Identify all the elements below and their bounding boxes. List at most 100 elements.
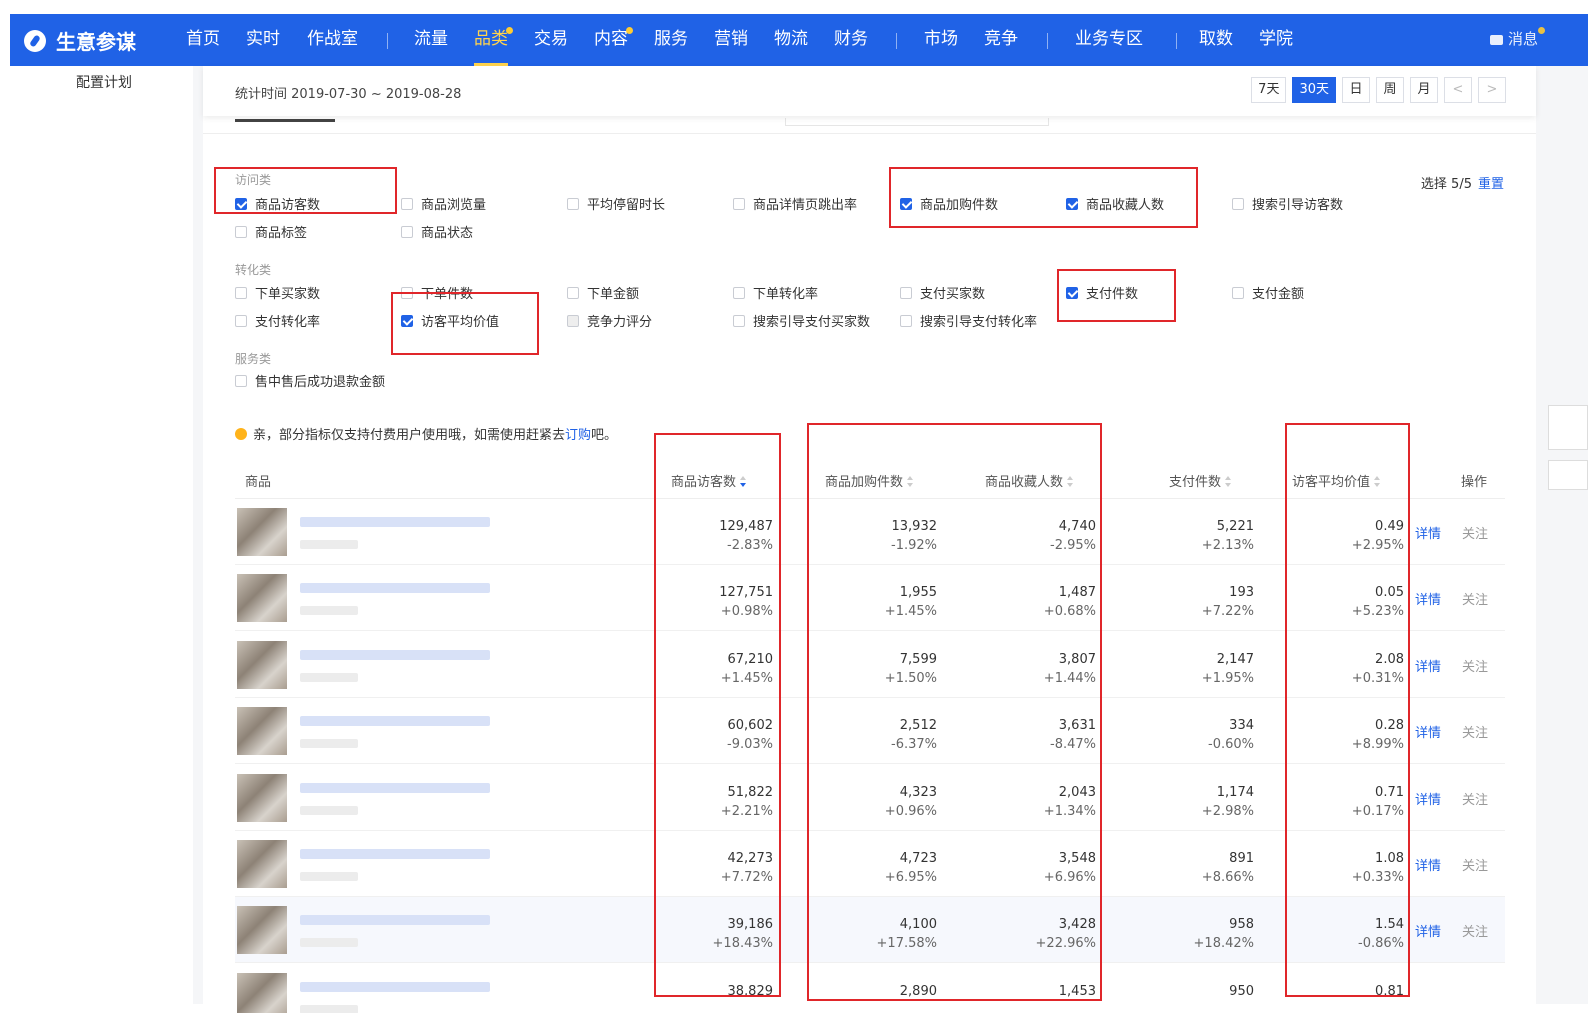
- product-thumbnail[interactable]: [237, 640, 287, 689]
- metric-option[interactable]: 商品标签: [235, 222, 307, 241]
- product-thumbnail[interactable]: [237, 574, 287, 623]
- cell-change: +6.96%: [1043, 870, 1096, 885]
- product-title-redacted[interactable]: [300, 716, 490, 727]
- metric-option[interactable]: 搜索引导支付买家数: [733, 311, 870, 330]
- cell-value: 127,751: [719, 585, 773, 601]
- product-title-redacted[interactable]: [300, 782, 490, 793]
- metric-option[interactable]: 售中售后成功退款金额: [235, 371, 385, 390]
- product-title-redacted[interactable]: [300, 649, 490, 660]
- cell-change: -0.86%: [1358, 936, 1404, 952]
- nav-item-9[interactable]: 物流: [774, 14, 808, 66]
- nav-item-12[interactable]: 竞争: [984, 14, 1018, 66]
- col-cart-sort[interactable]: 商品加购件数: [825, 471, 914, 490]
- detail-link[interactable]: 详情: [1415, 855, 1441, 874]
- metric-option[interactable]: 商品详情页跳出率: [733, 194, 857, 213]
- metric-option[interactable]: 商品访客数: [235, 194, 320, 213]
- col-visitors-sort[interactable]: 商品访客数: [671, 471, 747, 490]
- metric-option[interactable]: 下单金额: [567, 283, 639, 302]
- follow-link[interactable]: 关注: [1462, 789, 1488, 808]
- reset-link[interactable]: 重置: [1478, 177, 1504, 192]
- metric-option[interactable]: 访客平均价值: [401, 311, 499, 330]
- product-title-redacted[interactable]: [300, 517, 490, 527]
- detail-link[interactable]: 详情: [1415, 789, 1441, 808]
- stat-time-bar: 统计时间 2019-07-30 ~ 2019-08-28 7天 30天日周月 < >: [203, 66, 1536, 116]
- next-page-icon[interactable]: >: [1478, 77, 1506, 103]
- nav-item-4[interactable]: 品类: [474, 14, 513, 66]
- sort-icon: [1374, 476, 1381, 487]
- col-fav-sort[interactable]: 商品收藏人数: [985, 471, 1074, 490]
- detail-link[interactable]: 详情: [1415, 722, 1441, 741]
- product-title-redacted[interactable]: [300, 849, 490, 859]
- metric-option[interactable]: 商品加购件数: [900, 194, 998, 213]
- cell-value: 2,512: [899, 718, 937, 734]
- metric-option[interactable]: 下单件数: [401, 283, 473, 302]
- nav-item-label: 流量: [414, 29, 448, 49]
- metric-option[interactable]: 下单转化率: [733, 283, 818, 302]
- range-btn-0[interactable]: 7天: [1251, 77, 1287, 103]
- nav-item-13[interactable]: 业务专区: [1075, 14, 1143, 66]
- col-avg-sort[interactable]: 访客平均价值: [1292, 471, 1381, 490]
- metric-option[interactable]: 支付买家数: [900, 283, 985, 302]
- follow-link[interactable]: 关注: [1462, 589, 1488, 608]
- side-float-tab[interactable]: [1548, 460, 1588, 490]
- nav-item-7[interactable]: 服务: [654, 14, 688, 66]
- follow-link[interactable]: 关注: [1462, 921, 1488, 940]
- product-thumbnail[interactable]: [237, 906, 287, 955]
- prev-page-icon[interactable]: <: [1444, 77, 1472, 103]
- product-thumbnail[interactable]: [237, 972, 287, 1013]
- range-btn-1[interactable]: 30天: [1292, 77, 1336, 103]
- brand[interactable]: 生意参谋: [24, 26, 136, 55]
- cell-avg: 0.71 +0.17%: [1294, 783, 1404, 821]
- metric-option[interactable]: 平均停留时长: [567, 194, 665, 213]
- cell-value: 4,740: [1058, 519, 1096, 534]
- metric-option[interactable]: 商品状态: [401, 222, 473, 241]
- detail-link[interactable]: 详情: [1415, 656, 1441, 675]
- metric-option[interactable]: 支付件数: [1066, 283, 1138, 302]
- nav-item-5[interactable]: 交易: [534, 14, 568, 66]
- top-nav: 生意参谋 首页 实时 作战室 流量 品类 交易 内容 服务 营销 物流 财务 市场 竞争 业务专区 取数 学院…: [10, 14, 1588, 66]
- nav-item-6[interactable]: 内容: [594, 14, 633, 66]
- metric-option[interactable]: 商品收藏人数: [1066, 194, 1164, 213]
- follow-link[interactable]: 关注: [1462, 855, 1488, 874]
- cell-value: 0.49: [1375, 519, 1404, 534]
- range-btn-3[interactable]: 周: [1376, 77, 1404, 103]
- metric-option[interactable]: 下单买家数: [235, 283, 320, 302]
- product-thumbnail[interactable]: [237, 773, 287, 822]
- metric-option[interactable]: 搜索引导支付转化率: [900, 311, 1037, 330]
- subscribe-link[interactable]: 订购: [565, 428, 591, 443]
- message-button[interactable]: 消息: [1489, 14, 1545, 64]
- range-btn-4[interactable]: 月: [1410, 77, 1438, 103]
- metric-option[interactable]: 商品浏览量: [401, 194, 486, 213]
- detail-link[interactable]: 详情: [1415, 921, 1441, 940]
- detail-link[interactable]: 详情: [1415, 523, 1441, 542]
- follow-link[interactable]: 关注: [1462, 656, 1488, 675]
- range-btn-2[interactable]: 日: [1342, 77, 1370, 103]
- checkbox-icon: [1232, 197, 1244, 210]
- nav-item-8[interactable]: 营销: [714, 14, 748, 66]
- cell-value: 1,955: [899, 585, 937, 601]
- side-float-tab[interactable]: [1548, 405, 1588, 450]
- metric-option-label: 商品状态: [421, 226, 474, 241]
- nav-item-2[interactable]: 作战室: [307, 14, 358, 66]
- nav-item-11[interactable]: 市场: [924, 14, 958, 66]
- metric-option[interactable]: 搜索引导访客数: [1232, 194, 1343, 213]
- metric-option[interactable]: 支付转化率: [235, 311, 320, 330]
- sidebar-item-config-plan[interactable]: 配置计划: [76, 72, 132, 92]
- follow-link[interactable]: 关注: [1462, 523, 1488, 542]
- nav-item-15[interactable]: 学院: [1259, 14, 1293, 66]
- nav-item-14[interactable]: 取数: [1199, 14, 1233, 66]
- product-thumbnail[interactable]: [237, 840, 287, 888]
- metric-option[interactable]: 支付金额: [1232, 283, 1304, 302]
- nav-item-3[interactable]: 流量: [414, 14, 448, 66]
- product-title-redacted[interactable]: [300, 583, 490, 594]
- product-title-redacted[interactable]: [300, 915, 490, 926]
- nav-item-0[interactable]: 首页: [186, 14, 220, 66]
- product-title-redacted[interactable]: [300, 981, 490, 992]
- product-thumbnail[interactable]: [237, 707, 287, 756]
- nav-item-10[interactable]: 财务: [834, 14, 868, 66]
- detail-link[interactable]: 详情: [1415, 589, 1441, 608]
- follow-link[interactable]: 关注: [1462, 722, 1488, 741]
- col-paid-sort[interactable]: 支付件数: [1169, 471, 1232, 490]
- nav-item-1[interactable]: 实时: [246, 14, 280, 66]
- product-thumbnail[interactable]: [237, 508, 287, 556]
